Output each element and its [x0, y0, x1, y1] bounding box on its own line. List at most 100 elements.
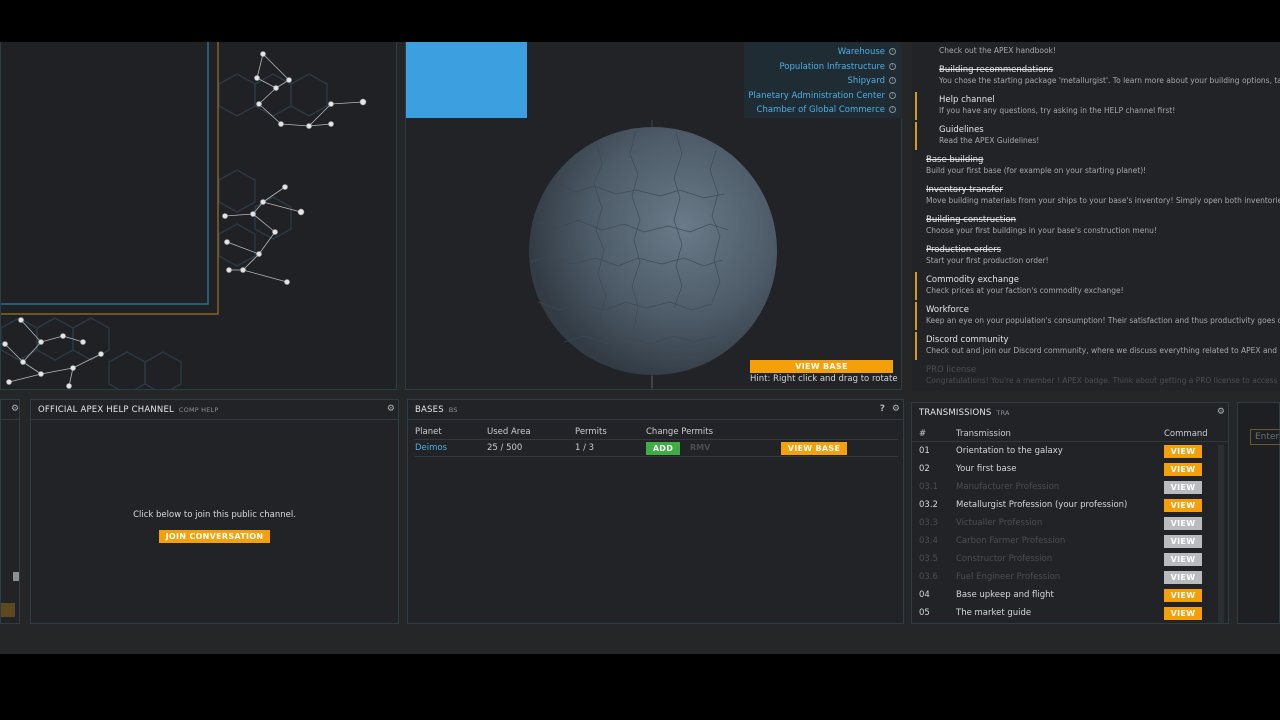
panel-command: BS — [448, 406, 458, 414]
column-header: Change Permits — [646, 427, 714, 438]
task-description: If you have any questions, try asking in… — [939, 106, 1176, 115]
tutorial-task[interactable]: Inventory transfer Move building material… — [912, 182, 1280, 212]
view-transmission-button[interactable]: VIEW — [1164, 571, 1202, 584]
task-highlight-bar — [915, 332, 917, 360]
transmission-number: 03.6 — [919, 572, 938, 582]
task-description: Read the APEX Guidelines! — [939, 136, 1040, 145]
task-title: Discord community — [926, 335, 1009, 345]
star-map[interactable] — [1, 42, 398, 390]
view-base-button[interactable]: VIEW BASE — [750, 360, 893, 373]
transmission-name: Victualler Profession — [956, 518, 1043, 528]
base-permits: 1 / 3 — [575, 438, 646, 457]
view-transmission-button[interactable]: VIEW — [1164, 589, 1202, 602]
join-conversation-button[interactable]: JOIN CONVERSATION — [159, 530, 270, 543]
transmission-row: 03.1 Manufacturer Profession VIEW — [912, 479, 1228, 497]
rotate-hint: Hint: Right click and drag to rotate — [750, 374, 898, 384]
transmission-name: Fuel Engineer Profession — [956, 572, 1061, 582]
task-title: Inventory transfer — [926, 185, 1003, 195]
scrollbar[interactable] — [1218, 445, 1224, 623]
task-title: Building recommendations — [939, 65, 1054, 75]
tutorial-task[interactable]: Building recommendations You chose the st… — [912, 62, 1280, 92]
view-transmission-button[interactable]: VIEW — [1164, 481, 1202, 494]
game-viewport: Warehouse i Population Infrastructure i Sh… — [0, 42, 1280, 654]
tutorial-task[interactable]: Discord community Check out and join our … — [912, 332, 1280, 362]
base-used-area: 25 / 500 — [487, 438, 575, 457]
tutorial-task[interactable]: Base building Build your first base (for … — [912, 152, 1280, 182]
transmission-number: 03.5 — [919, 554, 938, 564]
column-header: # — [919, 429, 927, 439]
add-permit-button[interactable]: ADD — [646, 441, 680, 455]
panel-title: TRANSMISSIONS TRA — [919, 408, 1010, 418]
column-header: Command — [1164, 429, 1208, 439]
input-stub[interactable] — [1, 603, 15, 617]
column-header: Planet — [415, 427, 442, 438]
gear-icon[interactable]: ⚙ — [387, 404, 395, 414]
view-transmission-button[interactable]: VIEW — [1164, 535, 1202, 548]
command-panel: Enter — [1237, 402, 1280, 624]
gear-icon[interactable]: ⚙ — [892, 404, 900, 414]
star-map-panel[interactable] — [0, 42, 397, 390]
view-base-button[interactable]: VIEW BASE — [781, 441, 847, 455]
transmission-row: 03.3 Victualler Profession VIEW — [912, 515, 1228, 533]
transmission-row: 03.5 Constructor Profession VIEW — [912, 551, 1228, 569]
transmission-number: 03.4 — [919, 536, 938, 546]
scrollbar-thumb[interactable] — [13, 572, 19, 581]
tutorial-task[interactable]: Workforce Keep an eye on your population'… — [912, 302, 1280, 332]
tutorial-task[interactable]: HandbookCheck out the APEX handbook! — [912, 42, 1280, 62]
transmission-name: Orientation to the galaxy — [956, 446, 1063, 456]
view-transmission-button[interactable]: VIEW — [1164, 499, 1202, 512]
task-title: Guidelines — [939, 125, 984, 135]
transmission-number: 04 — [919, 590, 930, 600]
planet-view-panel[interactable]: Warehouse i Population Infrastructure i Sh… — [405, 42, 902, 390]
tutorial-task[interactable]: Commodity exchange Check prices at your f… — [912, 272, 1280, 302]
transmission-number: 03.1 — [919, 482, 938, 492]
tutorial-task[interactable]: PRO license Congratulations! You're a mem… — [912, 362, 1280, 390]
transmission-number: 03.3 — [919, 518, 938, 528]
tutorial-task[interactable]: Building construction Choose your first b… — [912, 212, 1280, 242]
command-input[interactable]: Enter — [1250, 429, 1280, 445]
planet-globe[interactable] — [406, 42, 903, 390]
tutorial-task[interactable]: Guidelines Read the APEX Guidelines! — [912, 122, 1280, 152]
task-highlight-bar — [915, 122, 917, 150]
gear-icon[interactable]: ⚙ — [1217, 407, 1225, 417]
panel-title-text: OFFICIAL APEX HELP CHANNEL — [38, 405, 174, 415]
task-description: Choose your first buildings in your base… — [926, 226, 1157, 235]
task-description: Check prices at your faction's commodity… — [926, 286, 1124, 295]
tutorial-task[interactable]: Production orders Start your first produc… — [912, 242, 1280, 272]
transmission-row: 01 Orientation to the galaxy VIEW — [912, 443, 1228, 461]
column-header: Permits — [575, 427, 607, 438]
task-title: Building construction — [926, 215, 1017, 225]
panel-title: OFFICIAL APEX HELP CHANNEL COMP HELP — [38, 405, 219, 415]
help-icon[interactable]: ? — [880, 404, 885, 414]
base-planet-link[interactable]: Deimos — [415, 438, 487, 457]
table-header-row: Planet Used Area Permits Change Permits — [415, 426, 898, 439]
task-title: Base building — [926, 155, 984, 165]
view-transmission-button[interactable]: VIEW — [1164, 553, 1202, 566]
task-description: Congratulations! You're a member ! APEX … — [926, 376, 1280, 385]
transmission-name: The market guide — [956, 608, 1032, 618]
transmission-name: Metallurgist Profession (your profession… — [956, 500, 1128, 510]
panel-header: TRANSMISSIONS TRA ⚙ — [912, 403, 1228, 423]
transmission-name: Constructor Profession — [956, 554, 1053, 564]
transmission-row: 03.6 Fuel Engineer Profession VIEW — [912, 569, 1228, 587]
task-description: Move building materials from your ships … — [926, 196, 1280, 205]
view-transmission-button[interactable]: VIEW — [1164, 463, 1202, 476]
remove-permit-button: RMV — [690, 442, 711, 452]
column-header: Transmission — [956, 429, 1011, 439]
view-transmission-button[interactable]: VIEW — [1164, 607, 1202, 620]
task-title: Commodity exchange — [926, 275, 1019, 285]
task-title: PRO license — [926, 365, 977, 375]
gear-icon[interactable]: ⚙ — [11, 404, 19, 414]
transmission-name: Base upkeep and flight — [956, 590, 1054, 600]
task-title: Workforce — [926, 305, 969, 315]
transmission-row: 02 Your first base VIEW — [912, 461, 1228, 479]
tutorial-task-list: HandbookCheck out the APEX handbook!Buil… — [912, 42, 1280, 390]
view-transmission-button[interactable]: VIEW — [1164, 445, 1202, 458]
transmission-name: Your first base — [956, 464, 1017, 474]
view-transmission-button[interactable]: VIEW — [1164, 517, 1202, 530]
task-description: Start your first production order! — [926, 256, 1049, 265]
table-row: Deimos 25 / 500 1 / 3 ADD RMV VIEW BASE — [415, 438, 898, 457]
tutorial-task[interactable]: Help channel If you have any questions, t… — [912, 92, 1280, 122]
task-description: Check out the APEX handbook! — [939, 46, 1056, 55]
transmission-row: 04 Base upkeep and flight VIEW — [912, 587, 1228, 605]
